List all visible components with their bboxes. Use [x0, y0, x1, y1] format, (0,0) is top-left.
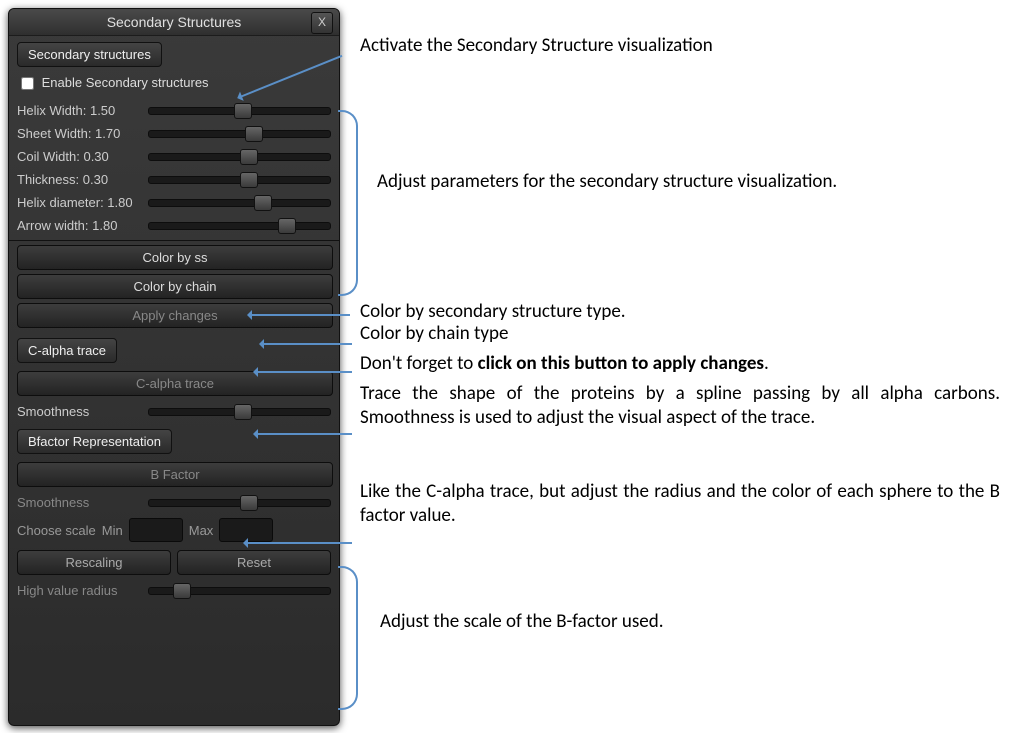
annotation-color-ss: Color by secondary structure type.: [360, 300, 1000, 324]
slider-thumb[interactable]: [254, 195, 272, 211]
brace-icon: [338, 110, 358, 296]
slider-label: Sheet Width: 1.70: [17, 126, 142, 141]
annotation-color-chain: Color by chain type: [360, 322, 1000, 346]
smoothness-row-2: Smoothness: [9, 491, 339, 514]
slider-row-1: Sheet Width: 1.70: [9, 122, 339, 145]
reset-button[interactable]: Reset: [177, 550, 331, 575]
min-label: Min: [102, 523, 123, 538]
color-by-chain-button[interactable]: Color by chain: [17, 274, 333, 299]
smoothness-slider-2[interactable]: [148, 499, 331, 507]
annotation-adjust-params: Adjust parameters for the secondary stru…: [377, 170, 1017, 194]
arrow-icon: [246, 542, 352, 544]
choose-scale-label: Choose scale: [17, 523, 96, 538]
slider-track[interactable]: [148, 199, 331, 207]
secondary-structures-panel: Secondary Structures X Secondary structu…: [8, 8, 340, 726]
arrow-icon: [256, 433, 352, 435]
slider-thumb[interactable]: [234, 404, 252, 420]
color-by-ss-button[interactable]: Color by ss: [17, 245, 333, 270]
slider-thumb[interactable]: [240, 149, 258, 165]
slider-row-5: Arrow width: 1.80: [9, 214, 339, 237]
slider-row-0: Helix Width: 1.50: [9, 99, 339, 122]
slider-thumb[interactable]: [240, 495, 258, 511]
annotation-apply: Don't forget to click on this button to …: [360, 352, 1000, 376]
tab-bfactor-representation[interactable]: Bfactor Representation: [17, 429, 172, 454]
max-label: Max: [189, 523, 214, 538]
annotation-bfactor: Like the C-alpha trace, but adjust the r…: [360, 480, 1000, 528]
slider-track[interactable]: [148, 107, 331, 115]
slider-label: Helix Width: 1.50: [17, 103, 142, 118]
c-alpha-trace-button[interactable]: C-alpha trace: [17, 371, 333, 396]
slider-thumb[interactable]: [173, 583, 191, 599]
slider-thumb[interactable]: [278, 218, 296, 234]
slider-label: Coil Width: 0.30: [17, 149, 142, 164]
slider-track[interactable]: [148, 153, 331, 161]
annotation-calpha: Trace the shape of the proteins by a spl…: [360, 382, 1000, 430]
close-button[interactable]: X: [311, 12, 333, 34]
slider-thumb[interactable]: [245, 126, 263, 142]
smoothness-row-1: Smoothness: [9, 400, 339, 423]
annotation-scale: Adjust the scale of the B-factor used.: [380, 610, 1020, 634]
annotation-apply-post: .: [764, 352, 769, 375]
slider-track[interactable]: [148, 130, 331, 138]
slider-track[interactable]: [148, 222, 331, 230]
arrow-icon: [250, 314, 350, 316]
enable-label: Enable Secondary structures: [42, 75, 209, 90]
slider-row-3: Thickness: 0.30: [9, 168, 339, 191]
high-value-radius-row: High value radius: [9, 579, 339, 602]
rescaling-button[interactable]: Rescaling: [17, 550, 171, 575]
arrow-icon: [256, 371, 352, 373]
high-value-radius-label: High value radius: [17, 583, 142, 598]
bfactor-button[interactable]: B Factor: [17, 462, 333, 487]
panel-header: Secondary Structures X: [9, 9, 339, 36]
min-input[interactable]: [129, 518, 183, 542]
annotation-apply-bold: click on this button to apply changes: [478, 352, 764, 375]
tab-secondary-structures[interactable]: Secondary structures: [17, 42, 162, 67]
slider-label: Thickness: 0.30: [17, 172, 142, 187]
high-value-radius-slider[interactable]: [148, 587, 331, 595]
tab-c-alpha-trace[interactable]: C-alpha trace: [17, 338, 117, 363]
panel-title: Secondary Structures: [107, 14, 242, 30]
slider-thumb[interactable]: [234, 103, 252, 119]
smoothness-label-1: Smoothness: [17, 404, 142, 419]
slider-thumb[interactable]: [240, 172, 258, 188]
slider-label: Helix diameter: 1.80: [17, 195, 142, 210]
smoothness-slider-1[interactable]: [148, 408, 331, 416]
enable-checkbox[interactable]: [21, 77, 34, 90]
slider-row-4: Helix diameter: 1.80: [9, 191, 339, 214]
annotation-activate: Activate the Secondary Structure visuali…: [360, 34, 1000, 58]
slider-label: Arrow width: 1.80: [17, 218, 142, 233]
slider-row-2: Coil Width: 0.30: [9, 145, 339, 168]
annotation-apply-pre: Don't forget to: [360, 352, 478, 375]
slider-track[interactable]: [148, 176, 331, 184]
smoothness-label-2: Smoothness: [17, 495, 142, 510]
arrow-icon: [262, 343, 352, 345]
brace-icon: [338, 566, 358, 710]
